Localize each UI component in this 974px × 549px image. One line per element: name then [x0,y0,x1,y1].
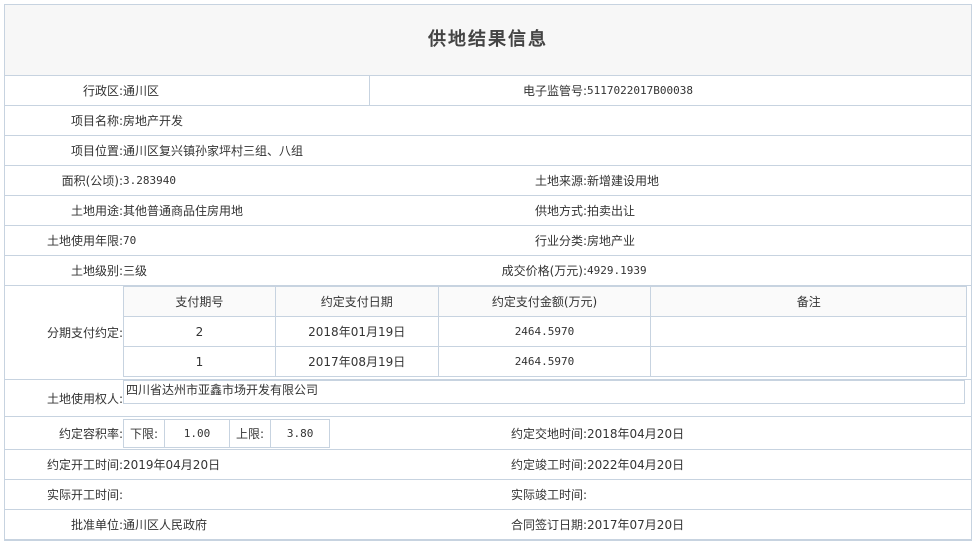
installments-cell: 支付期号 约定支付日期 约定支付金额(万元) 备注 2 2018年01月19日 … [123,285,971,380]
finish-time-value: 2022年04月20日 [587,449,971,480]
land-user-label: 土地使用权人: [5,379,123,417]
supervision-no-value: 5117022017B00038 [587,76,971,106]
installment-amount: 2464.5970 [437,346,652,377]
project-location-label: 项目位置: [5,135,123,166]
industry-label: 行业分类: [369,225,587,256]
info-table: 行政区: 通川区 电子监管号: 5117022017B00038 项目名称: 房… [5,76,971,540]
header-note: 备注 [650,286,967,317]
row-land-use: 土地用途: 其他普通商品住房用地 供地方式: 拍卖出让 [5,195,971,226]
land-source-label: 土地来源: [369,165,587,196]
row-project-name: 项目名称: 房地产开发 [5,105,971,136]
far-upper-label: 上限: [229,418,272,448]
far-cell: 下限: 1.00 上限: 3.80 [122,416,369,450]
project-name-value: 房地产开发 [123,105,971,136]
far-lower-value: 1.00 [164,418,231,448]
land-grade-value: 三级 [123,255,369,286]
table-row: 2 2018年01月19日 2464.5970 [123,316,967,347]
row-district: 行政区: 通川区 电子监管号: 5117022017B00038 [5,76,971,106]
supply-method-value: 拍卖出让 [587,195,971,226]
row-start-finish: 约定开工时间: 2019年04月20日 约定竣工时间: 2022年04月20日 [5,449,971,480]
actual-start-label: 实际开工时间: [5,479,123,510]
industry-value: 房地产业 [587,225,971,256]
row-project-location: 项目位置: 通川区复兴镇孙家坪村三组、八组 [5,135,971,166]
land-grade-label: 土地级别: [5,255,123,286]
handover-time-value: 2018年04月20日 [587,416,971,450]
installment-amount: 2464.5970 [437,316,652,347]
district-label: 行政区: [5,76,123,106]
district-value: 通川区 [123,76,369,106]
far-table: 下限: 1.00 上限: 3.80 [122,418,331,448]
installment-date: 2018年01月19日 [274,316,439,347]
start-time-label: 约定开工时间: [5,449,123,480]
finish-time-label: 约定竣工时间: [369,449,587,480]
installment-no: 1 [123,346,276,377]
row-land-user: 土地使用权人: 四川省达州市亚鑫市场开发有限公司 [5,379,971,417]
header-pay-amount: 约定支付金额(万元) [437,286,652,317]
land-user-cell: 四川省达州市亚鑫市场开发有限公司 [123,379,971,417]
land-user-value: 四川省达州市亚鑫市场开发有限公司 [123,380,965,404]
far-lower-label: 下限: [122,418,166,448]
header-pay-date: 约定支付日期 [274,286,439,317]
use-years-value: 70 [123,225,369,256]
approval-unit-value: 通川区人民政府 [123,509,369,540]
far-upper-value: 3.80 [270,418,331,448]
row-actual: 实际开工时间: 实际竣工时间: [5,479,971,510]
project-name-label: 项目名称: [5,105,123,136]
installments-header-row: 支付期号 约定支付日期 约定支付金额(万元) 备注 [123,286,967,317]
contract-date-value: 2017年07月20日 [587,509,971,540]
land-use-value: 其他普通商品住房用地 [123,195,369,226]
page-title: 供地结果信息 [5,5,971,76]
installment-note [650,346,967,377]
handover-time-label: 约定交地时间: [369,416,587,450]
installment-date: 2017年08月19日 [274,346,439,377]
area-value: 3.283940 [123,165,369,196]
row-land-grade: 土地级别: 三级 成交价格(万元): 4929.1939 [5,255,971,286]
contract-date-label: 合同签订日期: [369,509,587,540]
area-label: 面积(公顷): [5,165,123,196]
supply-method-label: 供地方式: [369,195,587,226]
supervision-no-label: 电子监管号: [368,76,587,106]
deal-price-value: 4929.1939 [587,255,971,286]
actual-start-value [123,479,369,510]
land-use-label: 土地用途: [5,195,123,226]
actual-finish-label: 实际竣工时间: [369,479,587,510]
land-source-value: 新增建设用地 [587,165,971,196]
table-row: 1 2017年08月19日 2464.5970 [123,346,967,377]
row-area: 面积(公顷): 3.283940 土地来源: 新增建设用地 [5,165,971,196]
start-time-value: 2019年04月20日 [123,449,369,480]
approval-unit-label: 批准单位: [5,509,123,540]
installments-table: 支付期号 约定支付日期 约定支付金额(万元) 备注 2 2018年01月19日 … [123,286,967,377]
row-approval: 批准单位: 通川区人民政府 合同签订日期: 2017年07月20日 [5,509,971,540]
row-far: 约定容积率: 下限: 1.00 上限: 3.80 约定交地时间: 2018年04… [5,416,971,450]
land-supply-result-panel: 供地结果信息 行政区: 通川区 电子监管号: 5117022017B00038 … [4,4,972,541]
installment-note [650,316,967,347]
actual-finish-value [587,479,971,510]
project-location-value: 通川区复兴镇孙家坪村三组、八组 [123,135,971,166]
installment-no: 2 [123,316,276,347]
header-installment-no: 支付期号 [123,286,276,317]
use-years-label: 土地使用年限: [5,225,123,256]
row-installments: 分期支付约定: 支付期号 约定支付日期 约定支付金额(万元) 备注 2 2018… [5,285,971,380]
row-use-years: 土地使用年限: 70 行业分类: 房地产业 [5,225,971,256]
far-label: 约定容积率: [5,416,123,450]
deal-price-label: 成交价格(万元): [369,255,587,286]
installments-label: 分期支付约定: [5,285,123,380]
